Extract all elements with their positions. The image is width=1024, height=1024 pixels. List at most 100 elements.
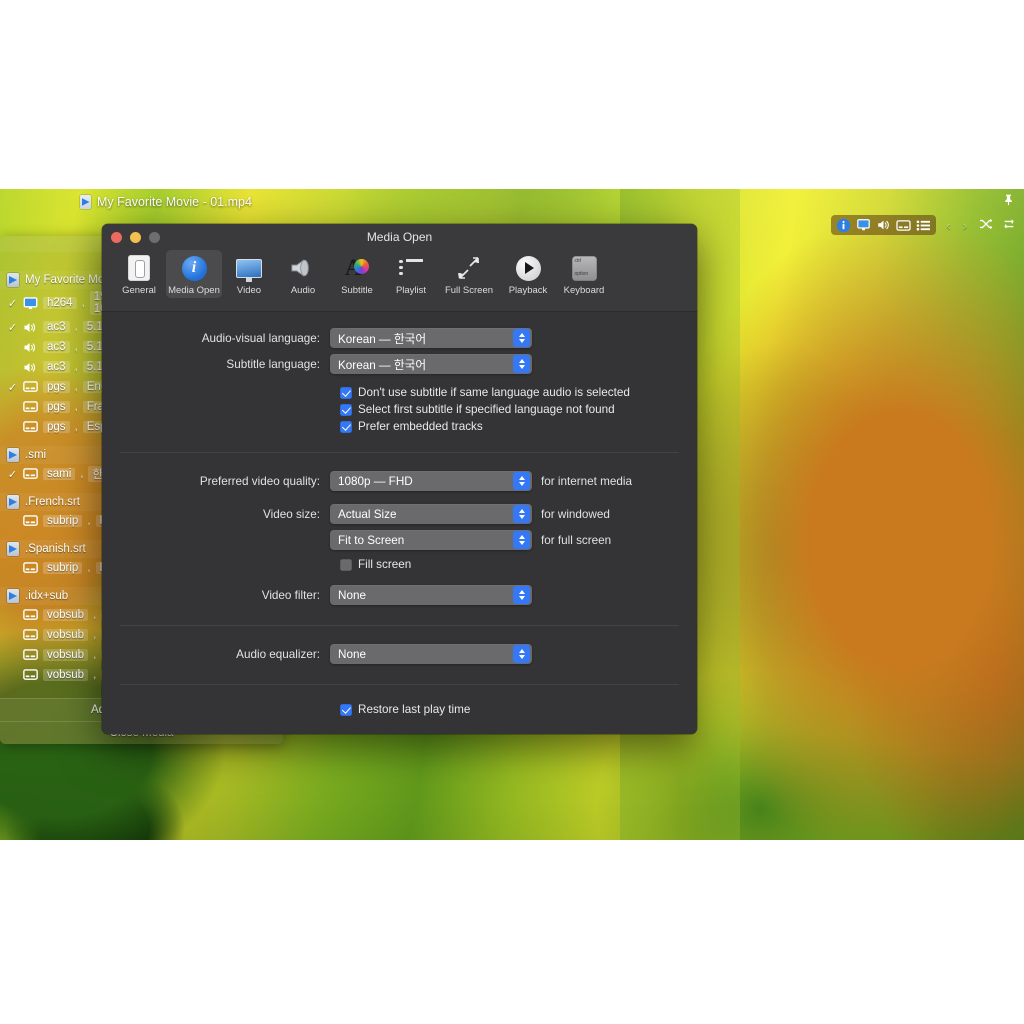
row-prefer-embedded: Prefer embedded tracks xyxy=(102,418,697,435)
video-size-fullscreen-value: Fit to Screen xyxy=(338,533,405,547)
media-file-name: .smi xyxy=(25,449,47,461)
audio-track-icon[interactable] xyxy=(875,217,892,233)
row-audio-equalizer: Audio equalizer: None xyxy=(102,641,697,667)
tab-playlist[interactable]: Playlist xyxy=(384,250,438,298)
row-fill-screen: Fill screen xyxy=(102,556,697,573)
media-toolbar-icon-group xyxy=(831,215,937,235)
row-av-language: Audio-visual language: Korean — 한국어 xyxy=(102,325,697,351)
checkbox-restore-last-play-time[interactable] xyxy=(340,703,352,716)
subtitle-language-select[interactable]: Korean — 한국어 xyxy=(330,354,532,374)
next-icon[interactable]: › xyxy=(963,218,967,233)
audio-icon xyxy=(23,361,38,374)
tab-subtitle[interactable]: Subtitle xyxy=(330,250,384,298)
row-restore-last-play-time: Restore last play time xyxy=(102,701,697,718)
preferences-window: Media Open General i Media Open Video Au… xyxy=(102,224,697,734)
checkbox-prefer-embedded[interactable] xyxy=(340,420,352,433)
subtitle-icon xyxy=(23,420,38,434)
track-tag: vobsub xyxy=(43,669,89,681)
minimize-button[interactable] xyxy=(130,232,141,243)
zoom-button[interactable] xyxy=(149,232,160,243)
track-separator: , xyxy=(87,562,91,574)
video-quality-label: Preferred video quality: xyxy=(199,474,320,488)
play-icon xyxy=(513,253,543,283)
subtitle-track-icon[interactable] xyxy=(895,217,912,233)
checkbox-select-first-subtitle[interactable] xyxy=(340,403,352,416)
tab-keyboard-label: Keyboard xyxy=(563,285,605,296)
info-icon: i xyxy=(179,253,209,283)
subtitle-icon xyxy=(23,628,38,642)
repeat-icon[interactable] xyxy=(1002,218,1016,233)
subtitle-icon xyxy=(23,514,38,528)
row-select-first-subtitle: Select first subtitle if specified langu… xyxy=(102,401,697,418)
preferences-content: Audio-visual language: Korean — 한국어 Subt… xyxy=(102,312,697,734)
video-size-windowed-select[interactable]: Actual Size xyxy=(330,504,532,524)
info-icon[interactable] xyxy=(835,217,852,233)
tab-keyboard[interactable]: Keyboard xyxy=(556,250,612,298)
track-separator: , xyxy=(93,669,97,681)
no-subtitle-same-lang-label: Don't use subtitle if same language audi… xyxy=(358,386,630,399)
subtitle-icon xyxy=(23,648,38,662)
fill-screen-label: Fill screen xyxy=(358,558,412,571)
tab-media-open[interactable]: i Media Open xyxy=(166,250,222,298)
subtitle-language-value: Korean — 한국어 xyxy=(338,358,427,372)
media-file-name: .Spanish.srt xyxy=(25,543,86,555)
video-size-fullscreen-trailing-label: for full screen xyxy=(541,533,612,547)
av-language-value: Korean — 한국어 xyxy=(338,332,427,346)
track-tag: h264 xyxy=(43,297,77,309)
audio-equalizer-select[interactable]: None xyxy=(330,644,532,664)
row-video-quality: Preferred video quality: 1080p — FHD for… xyxy=(102,468,697,494)
movie-file-icon xyxy=(80,195,91,209)
previous-icon[interactable]: ‹ xyxy=(946,218,950,233)
tab-audio[interactable]: Audio xyxy=(276,250,330,298)
row-video-size-windowed: Video size: Actual Size for windowed xyxy=(102,501,697,527)
tab-full-screen-label: Full Screen xyxy=(444,285,494,296)
checkbox-fill-screen[interactable] xyxy=(340,558,352,571)
shuffle-icon[interactable] xyxy=(979,218,993,233)
select-first-subtitle-label: Select first subtitle if specified langu… xyxy=(358,403,615,416)
video-size-windowed-value: Actual Size xyxy=(338,507,397,521)
track-separator: , xyxy=(74,321,78,333)
video-size-fullscreen-select[interactable]: Fit to Screen xyxy=(330,530,532,550)
subtitle-icon xyxy=(23,467,38,481)
tab-subtitle-label: Subtitle xyxy=(341,285,373,296)
track-tag: ac3 xyxy=(43,321,70,333)
window-title: Media Open xyxy=(366,230,433,244)
checkbox-no-subtitle-same-lang[interactable] xyxy=(340,386,352,399)
player-title-overlay: My Favorite Movie - 01.mp4 xyxy=(0,189,1024,215)
video-filter-select[interactable]: None xyxy=(330,585,532,605)
chevron-updown-icon xyxy=(513,586,530,604)
tab-playback-label: Playback xyxy=(508,285,548,296)
track-tag: vobsub xyxy=(43,649,89,661)
chevron-updown-icon xyxy=(513,329,530,347)
subtitle-icon xyxy=(23,380,38,394)
track-tag: ac3 xyxy=(43,361,70,373)
video-quality-select[interactable]: 1080p — FHD xyxy=(330,471,532,491)
tab-playlist-label: Playlist xyxy=(395,285,427,296)
track-tag: pgs xyxy=(43,401,70,413)
tab-playback[interactable]: Playback xyxy=(500,250,556,298)
video-quality-trailing-label: for internet media xyxy=(541,474,632,488)
track-selected-check: ✓ xyxy=(7,297,18,310)
media-file-name: .French.srt xyxy=(25,496,80,508)
tab-general[interactable]: General xyxy=(112,250,166,298)
pin-icon[interactable] xyxy=(998,192,1018,212)
close-button[interactable] xyxy=(111,232,122,243)
video-size-windowed-trailing-label: for windowed xyxy=(541,507,610,521)
video-track-icon[interactable] xyxy=(855,217,872,233)
display-icon xyxy=(234,253,264,283)
chevron-updown-icon xyxy=(513,505,530,523)
av-language-select[interactable]: Korean — 한국어 xyxy=(330,328,532,348)
track-selected-check: ✓ xyxy=(7,321,18,334)
tab-full-screen[interactable]: Full Screen xyxy=(438,250,500,298)
tab-general-label: General xyxy=(122,285,156,296)
tab-audio-label: Audio xyxy=(290,285,316,296)
track-selected-check: ✓ xyxy=(7,381,18,394)
media-nav-controls: ‹ › xyxy=(946,218,967,233)
av-language-label: Audio-visual language: xyxy=(201,331,320,345)
tab-video[interactable]: Video xyxy=(222,250,276,298)
subtitle-icon xyxy=(23,400,38,414)
playlist-icon[interactable] xyxy=(915,217,932,233)
screenshot-canvas: My Favorite Movie - 01.mp4 ‹ › My Favori… xyxy=(0,0,1024,1024)
track-separator: , xyxy=(74,341,78,353)
keyboard-icon xyxy=(569,253,599,283)
